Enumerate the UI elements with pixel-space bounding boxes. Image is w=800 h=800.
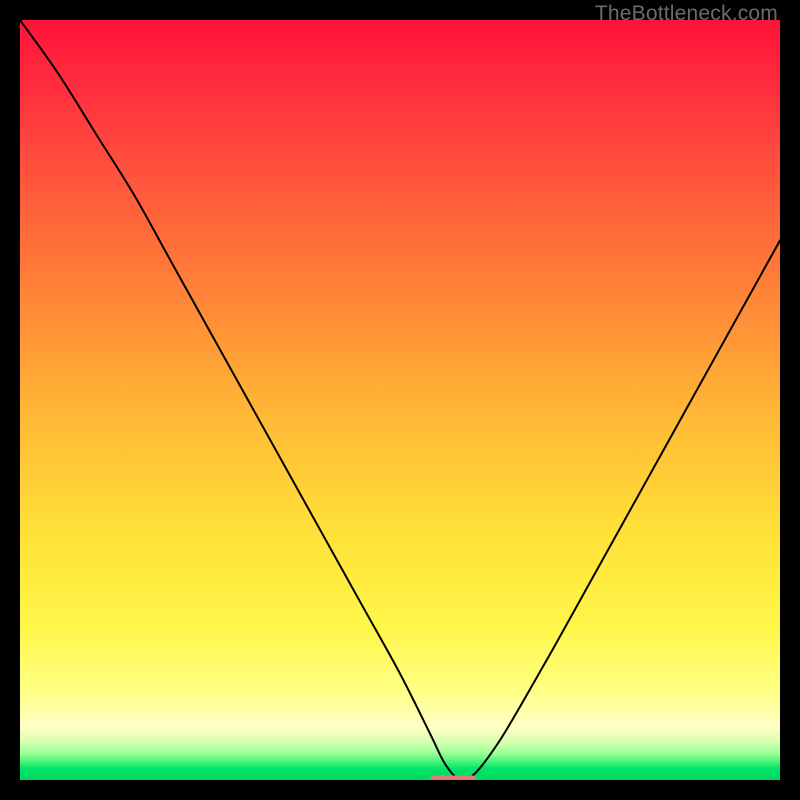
bottleneck-curve — [20, 20, 780, 780]
optimal-marker — [430, 775, 476, 780]
plot-area — [20, 20, 780, 780]
curve-svg — [20, 20, 780, 780]
chart-frame: TheBottleneck.com — [0, 0, 800, 800]
